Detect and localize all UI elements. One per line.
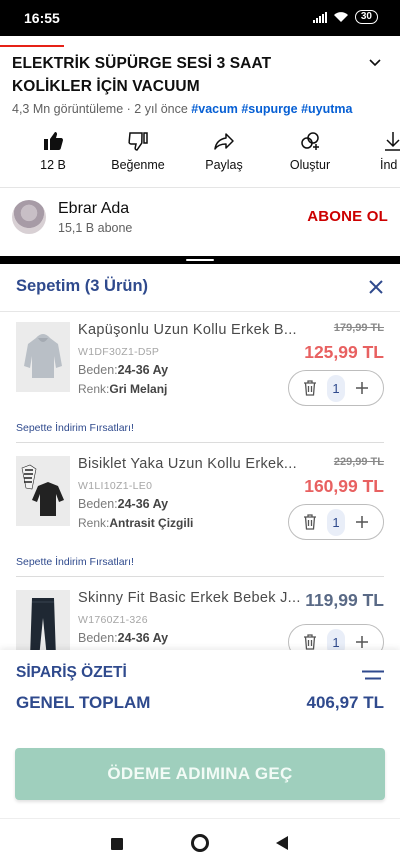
order-summary: SİPARİŞ ÖZETİ GENEL TOPLAM 406,97 TL ÖDE…	[0, 650, 400, 818]
price: 125,99 TL	[304, 342, 384, 362]
channel-avatar[interactable]	[12, 200, 46, 234]
hoodie-image	[16, 322, 70, 392]
quantity-stepper: 1	[288, 370, 384, 406]
quantity-stepper: 1	[288, 504, 384, 540]
dislike-icon	[128, 132, 148, 151]
plus-icon[interactable]	[355, 635, 369, 649]
upload-age: 2 yıl önce	[134, 102, 188, 116]
divider	[16, 576, 384, 577]
drag-handle[interactable]	[186, 259, 214, 261]
price: 160,99 TL	[304, 476, 384, 496]
shopping-cart: Sepetim (3 Ürün) Kapüşonlu Uzun Kollu Er…	[0, 264, 400, 818]
close-icon[interactable]	[368, 279, 384, 295]
share-icon	[214, 133, 234, 150]
status-time: 16:55	[24, 10, 60, 26]
like-count: 12 B	[40, 158, 66, 172]
divider	[0, 187, 400, 188]
trash-icon[interactable]	[303, 514, 317, 530]
cart-title: Sepetim (3 Ürün)	[16, 277, 149, 295]
product-size: Beden:24-36 Ay	[78, 363, 169, 377]
product-color: Renk:Antrasit Çizgili	[78, 516, 194, 530]
youtube-video-info: ELEKTRİK SÜPÜRGE SESİ 3 SAAT KOLİKLER İÇ…	[0, 36, 400, 256]
total-value: 406,97 TL	[306, 693, 385, 712]
plus-icon[interactable]	[355, 515, 369, 529]
checkout-button[interactable]: ÖDEME ADIMINA GEÇ	[15, 748, 385, 800]
old-price: 229,99 TL	[333, 456, 384, 468]
summary-title[interactable]: SİPARİŞ ÖZETİ	[16, 664, 127, 682]
view-count: 4,3 Mn görüntüleme	[12, 102, 124, 116]
divider	[16, 442, 384, 443]
download-button[interactable]: İnd	[380, 130, 400, 172]
create-label: Oluştur	[289, 158, 331, 172]
hashtag[interactable]: #supurge	[241, 102, 297, 116]
status-icons: 30	[312, 10, 378, 24]
dislike-button[interactable]: Beğenme	[108, 130, 168, 172]
subscriber-count: 15,1 B abone	[58, 221, 133, 235]
split-screen-divider[interactable]	[0, 256, 400, 264]
price: 119,99 TL	[305, 590, 384, 610]
discount-link[interactable]: Sepette İndirim Fırsatları!	[16, 556, 134, 568]
signal-icon	[312, 11, 327, 23]
cart-item: Bisiklet Yaka Uzun Kollu Erkek... W1LI10…	[16, 456, 384, 556]
plus-icon[interactable]	[355, 381, 369, 395]
share-label: Paylaş	[205, 158, 243, 172]
download-icon	[385, 132, 400, 151]
video-actions: 12 B Beğenme Paylaş Oluştur İnd	[0, 130, 400, 180]
discount-link[interactable]: Sepette İndirim Fırsatları!	[16, 422, 134, 434]
create-button[interactable]: Oluştur	[282, 130, 338, 172]
quantity-value[interactable]: 1	[327, 509, 345, 536]
recents-icon[interactable]	[111, 838, 123, 850]
product-sku: W1760Z1-326	[78, 614, 148, 626]
product-name[interactable]: Skinny Fit Basic Erkek Bebek J...	[78, 590, 302, 606]
sweater-image	[16, 456, 70, 526]
back-icon[interactable]	[276, 836, 288, 850]
create-icon	[301, 132, 319, 150]
quantity-value[interactable]: 1	[327, 375, 345, 402]
dislike-label: Beğenme	[111, 158, 165, 172]
product-color: Renk:Gri Melanj	[78, 382, 168, 396]
trash-icon[interactable]	[303, 634, 317, 650]
product-name[interactable]: Kapüşonlu Uzun Kollu Erkek B...	[78, 322, 302, 338]
subscribe-button[interactable]: ABONE OL	[307, 208, 388, 225]
product-sku: W1LI10Z1-LE0	[78, 480, 153, 492]
cart-item: Kapüşonlu Uzun Kollu Erkek B... W1DF30Z1…	[16, 322, 384, 422]
expand-icon[interactable]	[362, 670, 384, 680]
hashtag[interactable]: #uyutma	[301, 102, 352, 116]
product-image[interactable]	[16, 456, 70, 526]
home-icon[interactable]	[191, 834, 209, 852]
product-image[interactable]	[16, 322, 70, 392]
trash-icon[interactable]	[303, 380, 317, 396]
download-label: İnd	[380, 158, 398, 172]
product-sku: W1DF30Z1-D5P	[78, 346, 160, 358]
android-nav-bar	[0, 818, 400, 866]
product-size: Beden:24-36 Ay	[78, 631, 169, 645]
video-meta: 4,3 Mn görüntüleme · 2 yıl önce #vacum #…	[12, 102, 353, 116]
share-button[interactable]: Paylaş	[198, 130, 250, 172]
like-button[interactable]: 12 B	[36, 130, 70, 172]
like-icon	[44, 132, 63, 150]
channel-name[interactable]: Ebrar Ada	[58, 200, 129, 218]
chevron-down-icon[interactable]	[368, 56, 382, 70]
video-progress-bar[interactable]	[0, 45, 64, 47]
cart-header: Sepetim (3 Ürün)	[0, 264, 400, 312]
product-name[interactable]: Bisiklet Yaka Uzun Kollu Erkek...	[78, 456, 302, 472]
video-title[interactable]: ELEKTRİK SÜPÜRGE SESİ 3 SAAT KOLİKLER İÇ…	[12, 52, 347, 98]
wifi-icon	[333, 12, 348, 22]
old-price: 179,99 TL	[333, 322, 384, 334]
product-size: Beden:24-36 Ay	[78, 497, 169, 511]
total-label: GENEL TOPLAM	[16, 693, 151, 712]
status-bar: 16:55 30	[0, 0, 400, 36]
hashtag[interactable]: #vacum	[191, 102, 238, 116]
battery-icon: 30	[354, 10, 378, 24]
